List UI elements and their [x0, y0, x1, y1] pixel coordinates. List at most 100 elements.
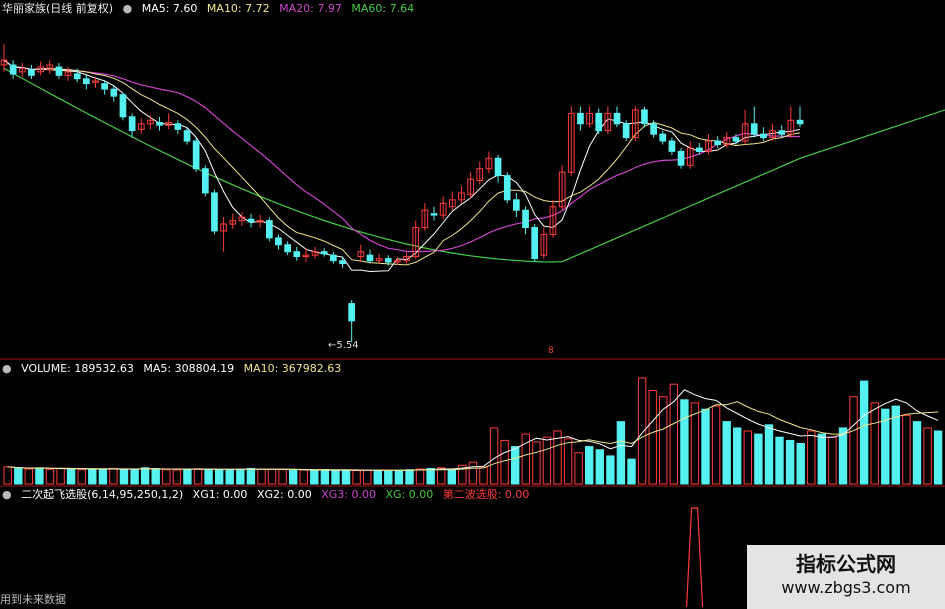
xg3-label: XG3: 0.00 — [321, 488, 376, 501]
volume-bar — [373, 469, 383, 485]
volume-bar — [933, 430, 943, 485]
settings-icon[interactable]: ● — [2, 362, 12, 375]
volume-bar — [331, 469, 340, 485]
volume-bar — [532, 441, 541, 485]
volume-label: VOLUME: 189532.63 — [21, 362, 134, 375]
volume-bar — [162, 469, 171, 485]
volume-ma10-label: MA10: 367982.63 — [243, 362, 342, 375]
watermark-title: 指标公式网 — [796, 552, 896, 576]
volume-bar — [468, 461, 478, 485]
candle-down — [348, 303, 355, 322]
candle-down — [503, 175, 511, 201]
chart-canvas — [0, 44, 945, 608]
volume-bar — [775, 436, 784, 485]
settings-icon[interactable]: ● — [2, 488, 12, 501]
indicator-header: ● 二次起飞选股(6,14,95,250,1,2) XG1: 0.00 XG2:… — [2, 488, 535, 502]
settings-icon[interactable]: ● — [123, 2, 133, 15]
candle-down — [650, 123, 657, 135]
candle-down — [430, 213, 438, 216]
candle-down — [613, 112, 621, 125]
volume-bar — [394, 469, 404, 485]
volume-bar — [838, 427, 848, 485]
volume-bar — [595, 449, 604, 485]
volume-bar — [447, 469, 457, 485]
period-label: (日线 前复权) — [46, 2, 114, 15]
volume-bar — [870, 402, 879, 485]
footnote: 用到未来数据 — [0, 593, 66, 606]
volume-bar — [215, 469, 224, 485]
volume-bar — [225, 469, 234, 485]
volume-bar — [310, 470, 319, 485]
candle-down — [202, 168, 209, 194]
volume-bar — [77, 469, 86, 485]
candle-down — [73, 73, 81, 80]
candle-down — [641, 109, 648, 125]
candle-down — [293, 251, 301, 257]
volume-bar — [637, 377, 647, 485]
volume-bar — [363, 469, 372, 485]
volume-bar — [542, 436, 552, 485]
volume-bar — [585, 446, 594, 485]
volume-bar — [299, 469, 308, 485]
low-price-value: 5.54 — [336, 340, 359, 351]
volume-bar — [500, 439, 509, 485]
ma10-label: MA10: 7.72 — [206, 2, 270, 15]
candle-down — [119, 94, 127, 118]
volume-bar — [24, 468, 34, 485]
volume-bar — [3, 466, 12, 485]
volume-bar — [764, 424, 774, 485]
candle-down — [192, 140, 200, 170]
volume-bar — [183, 468, 192, 485]
candle-down — [732, 137, 740, 142]
volume-bar — [511, 446, 520, 485]
xg2-label: XG2: 0.00 — [256, 488, 312, 501]
candle-down — [513, 199, 520, 211]
volume-bar — [754, 433, 763, 485]
volume-bar — [902, 414, 911, 485]
xg-label: XG: 0.00 — [385, 488, 434, 501]
candle-down — [183, 130, 191, 142]
candle-down — [622, 123, 630, 139]
volume-bar — [849, 396, 858, 485]
candle-down — [577, 112, 584, 125]
indicator-panel — [685, 507, 704, 608]
candle-down — [247, 218, 255, 223]
candle-down — [366, 254, 374, 262]
volume-bar — [384, 470, 393, 485]
ma60-label: MA60: 7.64 — [351, 2, 415, 15]
volume-bar — [56, 467, 65, 485]
volume-bar — [109, 467, 118, 485]
candle-down — [796, 119, 804, 125]
candle-down — [668, 140, 676, 152]
xg1-label: XG1: 0.00 — [192, 488, 248, 501]
volume-bar — [172, 469, 182, 485]
volume-bar — [45, 468, 55, 485]
price-header: 华丽家族(日线 前复权) ● MA5: 7.60 MA10: 7.72 MA20… — [2, 2, 420, 16]
candle-down — [778, 130, 786, 135]
volume-bar — [320, 469, 330, 485]
candle-down — [9, 64, 17, 75]
volume-bar — [289, 469, 298, 485]
volume-bar — [140, 467, 150, 485]
second-wave-label: 第二波选股: 0.00 — [442, 488, 530, 501]
watermark: 指标公式网 www.zbgs3.com — [747, 545, 945, 609]
volume-bar — [341, 469, 351, 485]
ma20-label: MA20: 7.97 — [279, 2, 342, 15]
volume-bar — [859, 380, 869, 485]
volume-bar — [489, 427, 499, 485]
volume-bar — [680, 399, 689, 485]
indicator-name: 二次起飞选股(6,14,95,250,1,2) — [21, 488, 184, 501]
volume-bar — [119, 469, 129, 485]
candle-down — [101, 83, 109, 90]
candle-down — [211, 192, 218, 232]
candle-down — [55, 66, 63, 76]
low-price-label: ←5.54 — [328, 340, 359, 351]
candle-down — [696, 147, 703, 152]
volume-bar — [616, 421, 626, 485]
volume-bar — [807, 430, 816, 485]
volume-bar — [98, 468, 108, 485]
volume-bar — [267, 468, 277, 485]
volume-bar — [278, 469, 287, 485]
volume-bar — [415, 468, 425, 485]
candle-down — [494, 157, 502, 177]
